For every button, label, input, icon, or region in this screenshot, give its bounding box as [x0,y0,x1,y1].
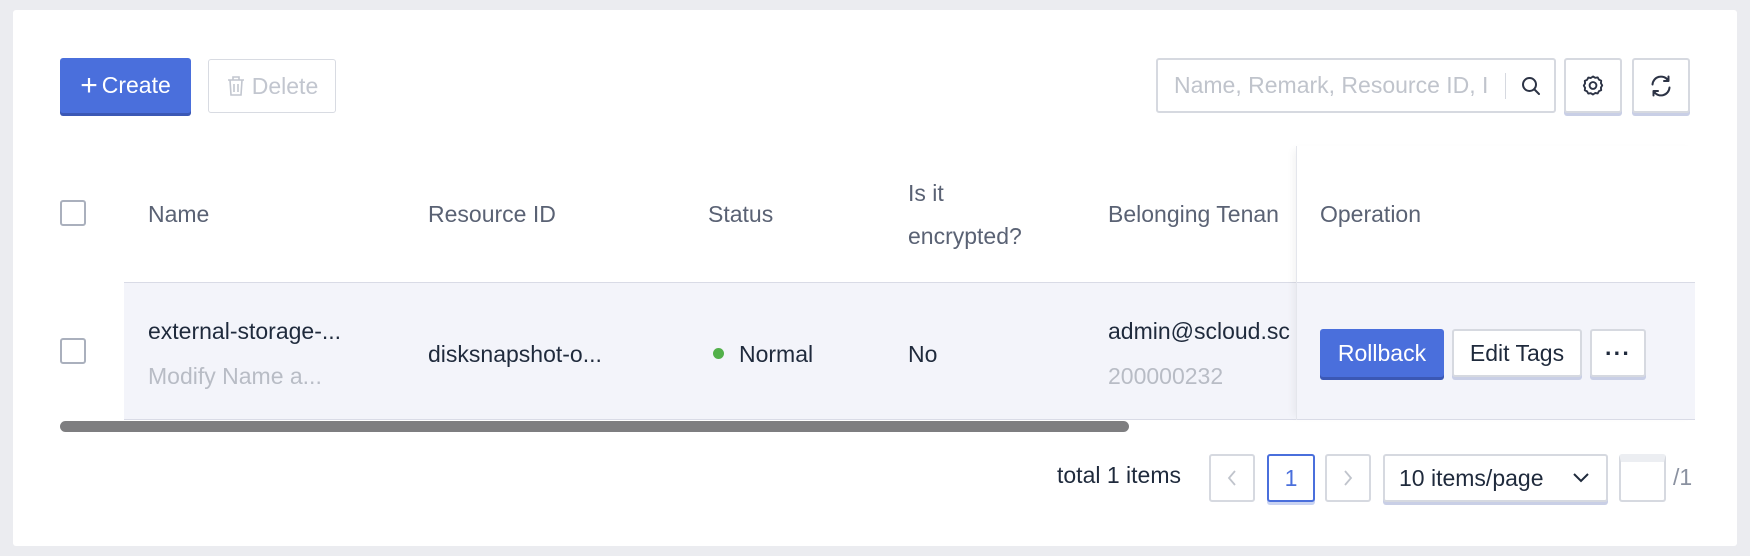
scrollbar-thumb[interactable] [60,421,1129,432]
column-header-operation: Operation [1320,201,1422,227]
column-header-status[interactable]: Status [708,185,773,243]
rollback-button[interactable]: Rollback [1320,329,1444,377]
column-header-encrypted-line2[interactable]: encrypted? [908,207,1022,265]
chevron-down-icon [1573,473,1589,483]
total-items: total 1 items [1057,462,1181,488]
row-resource-id[interactable]: disksnapshot-o... [428,341,602,368]
chevron-right-icon [1344,470,1353,486]
trash-icon [227,76,244,96]
column-header-resource-id[interactable]: Resource ID [428,185,556,243]
refresh-icon [1651,75,1671,96]
edit-tags-button[interactable]: Edit Tags [1452,329,1582,377]
select-all-checkbox[interactable] [60,200,86,226]
column-header-tenant[interactable]: Belonging Tenan [1108,185,1296,243]
row-status-label: Normal [739,341,814,367]
delete-button[interactable]: Delete [208,59,336,113]
search-input[interactable] [1158,71,1503,100]
page-size-label: 10 items/page [1399,464,1544,491]
row-status: Normal [713,341,813,368]
row-tenant-id: 200000232 [1108,363,1224,389]
page-1-button[interactable]: 1 [1267,454,1315,502]
next-page-button[interactable] [1325,454,1371,502]
plus-icon: + [80,68,98,102]
status-dot-icon [713,348,724,360]
row-remark: Modify Name a... [148,363,322,389]
total-pages: /1 [1673,464,1693,490]
prev-page-button[interactable] [1209,454,1255,502]
create-button[interactable]: + Create [60,58,191,113]
search-icon[interactable] [1508,75,1554,97]
delete-button-label: Delete [251,72,319,99]
refresh-button[interactable] [1632,58,1690,113]
row-encrypted: No [908,341,938,367]
create-button-label: Create [101,72,171,98]
chevron-left-icon [1227,470,1236,486]
search-box [1156,58,1556,113]
page-size-select[interactable]: 10 items/page [1383,454,1608,502]
search-divider [1505,72,1506,99]
column-header-name[interactable]: Name [148,185,209,243]
more-actions-button[interactable]: ··· [1590,329,1646,377]
settings-button[interactable] [1564,58,1622,113]
row-name[interactable]: external-storage-... [148,318,341,345]
row-tenant: admin@scloud.sc [1108,318,1290,344]
page-jump-input[interactable] [1619,454,1666,502]
gear-icon [1582,75,1604,95]
row-checkbox[interactable] [60,338,86,364]
